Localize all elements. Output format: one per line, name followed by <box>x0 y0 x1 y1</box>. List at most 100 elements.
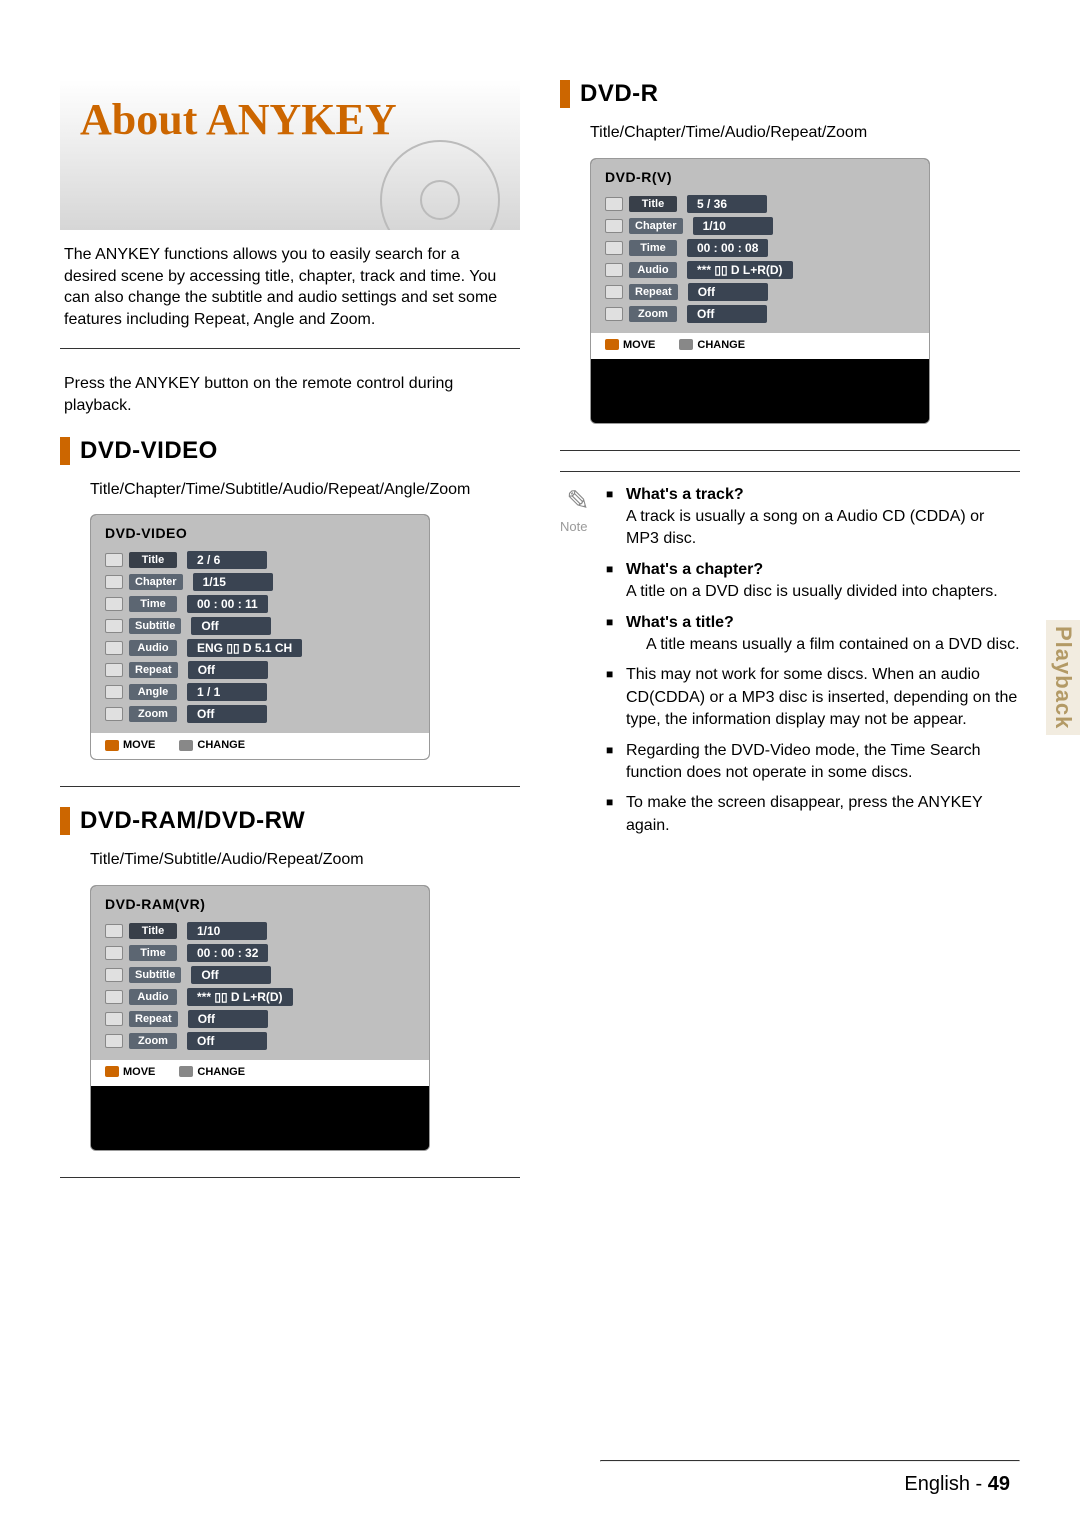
osd-panel-dvd-ram: DVD-RAM(VR) Title1/10Time00 : 00 : 32Sub… <box>90 885 516 1151</box>
osd-rows: Title2 / 6Chapter1/15Time00 : 00 : 11Sub… <box>91 549 429 733</box>
osd-row: Title5 / 36 <box>605 193 915 215</box>
row-label: Repeat <box>629 284 678 300</box>
row-icon <box>605 241 623 255</box>
divider <box>560 450 1020 451</box>
section-heading-dvd-ram: DVD-RAM/DVD-RW <box>60 807 520 835</box>
note-item-head: What's a track? <box>626 486 744 503</box>
osd-panel-dvd-r: DVD-R(V) Title5 / 36Chapter1/10Time00 : … <box>590 158 1016 424</box>
move-icon <box>605 339 619 350</box>
row-icon <box>105 685 123 699</box>
row-icon <box>605 263 623 277</box>
row-value: *** ▯▯ D L+R(D) <box>187 988 293 1006</box>
row-value: 00 : 00 : 11 <box>187 595 268 613</box>
side-tab: Playback <box>1046 620 1080 735</box>
osd-row: Subtitle Off <box>105 964 415 986</box>
section-subtitle: Title/Chapter/Time/Subtitle/Audio/Repeat… <box>90 479 516 501</box>
osd-row: Title2 / 6 <box>105 549 415 571</box>
note-item: What's a chapter? A title on a DVD disc i… <box>606 559 1020 604</box>
osd-row: Time 00 : 00 : 08 <box>605 237 915 259</box>
row-value: 1/10 <box>187 922 267 940</box>
row-value: Off <box>187 1032 267 1050</box>
note-item-head: What's a chapter? <box>626 561 763 578</box>
row-value: Off <box>688 283 768 301</box>
note-item-body: To make the screen disappear, press the … <box>626 794 982 833</box>
osd-row: Title 1/10 <box>105 920 415 942</box>
osd-row: Chapter1/10 <box>605 215 915 237</box>
row-label: Subtitle <box>129 967 181 983</box>
note-item-body: A track is usually a song on a Audio CD … <box>626 508 984 547</box>
section-title: DVD-RAM/DVD-RW <box>80 807 305 835</box>
osd-row: Repeat Off <box>605 281 915 303</box>
row-icon <box>105 946 123 960</box>
row-value: Off <box>687 305 767 323</box>
osd-footer: MOVE CHANGE <box>91 733 429 759</box>
divider <box>60 786 520 787</box>
row-label: Title <box>129 923 177 939</box>
row-value: Off <box>188 1010 268 1028</box>
note-label: Note <box>560 519 596 534</box>
move-label: MOVE <box>623 339 655 351</box>
osd-row: Audio *** ▯▯ D L+R(D) <box>605 259 915 281</box>
osd-row: Time00 : 00 : 32 <box>105 942 415 964</box>
footer-page: 49 <box>988 1473 1010 1495</box>
row-icon <box>605 219 623 233</box>
section-heading-dvd-r: DVD-R <box>560 80 1020 108</box>
row-icon <box>105 553 123 567</box>
row-label: Repeat <box>129 1011 178 1027</box>
row-label: Zoom <box>629 306 677 322</box>
heading-bar-icon <box>60 807 70 835</box>
row-value: *** ▯▯ D L+R(D) <box>687 261 793 279</box>
osd-row: AudioENG ▯▯ D 5.1 CH <box>105 637 415 659</box>
row-label: Zoom <box>129 1033 177 1049</box>
row-value: 00 : 00 : 08 <box>687 239 768 257</box>
section-heading-dvd-video: DVD-VIDEO <box>60 437 520 465</box>
row-value: 1 / 1 <box>187 683 267 701</box>
row-icon <box>105 575 123 589</box>
osd-row: Angle 1 / 1 <box>105 681 415 703</box>
page-footer: English - 49 <box>904 1473 1010 1496</box>
osd-footer: MOVE CHANGE <box>91 1060 429 1086</box>
change-icon <box>179 740 193 751</box>
osd-rows: Title5 / 36Chapter1/10 Time 00 : 00 : 08 Au… <box>591 193 929 333</box>
osd-row: Repeat Off <box>105 659 415 681</box>
change-icon <box>679 339 693 350</box>
row-icon <box>105 1034 123 1048</box>
row-label: Repeat <box>129 662 178 678</box>
move-label: MOVE <box>123 1066 155 1078</box>
row-label: Audio <box>129 989 177 1005</box>
row-value: Off <box>188 661 268 679</box>
row-icon <box>105 707 123 721</box>
row-label: Subtitle <box>129 618 181 634</box>
row-label: Time <box>629 240 677 256</box>
row-icon <box>105 1012 123 1026</box>
note-item: To make the screen disappear, press the … <box>606 792 1020 837</box>
heading-bar-icon <box>60 437 70 465</box>
disc-icon <box>380 140 500 230</box>
row-icon <box>605 197 623 211</box>
change-label: CHANGE <box>197 1066 245 1078</box>
osd-row: SubtitleOff <box>105 615 415 637</box>
row-label: Audio <box>629 262 677 278</box>
note-icon: ✎ <box>560 484 596 517</box>
note-item-body: This may not work for some discs. When a… <box>626 666 1017 728</box>
row-value: 1/15 <box>193 573 273 591</box>
note-item-body: Regarding the DVD-Video mode, the Time S… <box>626 742 981 781</box>
osd-row: Zoom Off <box>605 303 915 325</box>
divider <box>60 348 520 349</box>
row-label: Title <box>129 552 177 568</box>
change-icon <box>179 1066 193 1077</box>
row-label: Angle <box>129 684 177 700</box>
row-value: Off <box>191 966 271 984</box>
note-item-body: A title on a DVD disc is usually divided… <box>626 583 998 600</box>
move-icon <box>105 1066 119 1077</box>
osd-title: DVD-RAM(VR) <box>105 896 415 912</box>
row-label: Chapter <box>629 218 683 234</box>
note-region: ✎ Note What's a track? A track is usually… <box>560 471 1020 845</box>
row-label: Zoom <box>129 706 177 722</box>
row-label: Title <box>629 196 677 212</box>
osd-preview-area <box>591 359 929 423</box>
row-icon <box>105 990 123 1004</box>
osd-row: Chapter1/15 <box>105 571 415 593</box>
divider <box>600 1460 1020 1462</box>
move-label: MOVE <box>123 739 155 751</box>
